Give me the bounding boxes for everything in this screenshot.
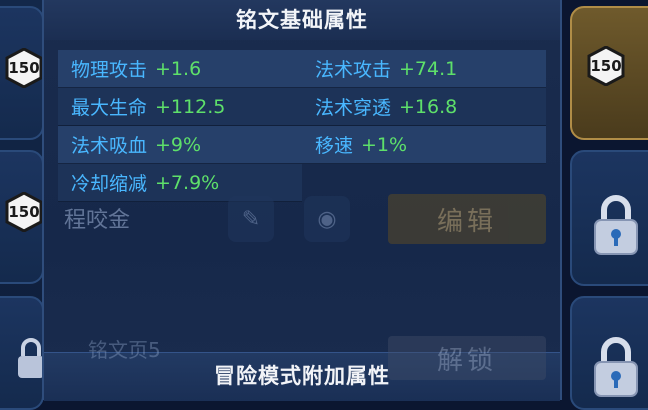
- hero-name: 程咬金: [64, 208, 131, 233]
- unlock-button[interactable]: 解锁: [388, 336, 546, 380]
- background-inscription-page-row: 程咬金 ✎ ◉ 编辑: [58, 188, 546, 264]
- attr-label: 法术穿透: [315, 97, 392, 119]
- level-badge-text: 150: [8, 59, 40, 77]
- attribute-grid: 物理攻击 +1.6 法术攻击 +74.1 最大生命 +112.5 法术穿透 +1…: [58, 50, 546, 202]
- page-name: 铭文页5: [88, 338, 161, 362]
- level-badge-text: 150: [8, 203, 40, 221]
- attr-move-speed: 移速 +1%: [302, 126, 546, 164]
- attr-label: 法术攻击: [315, 59, 392, 81]
- dialog-title: 铭文基础属性: [44, 0, 560, 40]
- level-badge-icon: 150: [4, 48, 44, 88]
- level-badge-icon: 150: [4, 192, 44, 232]
- attr-label: 物理攻击: [71, 59, 148, 81]
- attr-label: 法术吸血: [71, 135, 148, 157]
- attr-value: +1%: [361, 133, 408, 156]
- attr-magic-pierce: 法术穿透 +16.8: [302, 88, 546, 126]
- attr-physical-attack: 物理攻击 +1.6: [58, 50, 302, 88]
- attr-value: +112.5: [155, 95, 226, 118]
- lock-icon: [594, 337, 638, 397]
- attr-value: +16.8: [399, 95, 458, 118]
- background-locked-page-row: 铭文页5 解锁: [58, 300, 546, 380]
- attr-magic-attack: 法术攻击 +74.1: [302, 50, 546, 88]
- attr-label: 最大生命: [71, 97, 148, 119]
- attr-max-hp: 最大生命 +112.5: [58, 88, 302, 126]
- edit-button[interactable]: 编辑: [388, 194, 546, 244]
- pencil-icon[interactable]: ✎: [228, 196, 274, 242]
- attr-value: +9%: [155, 133, 202, 156]
- attr-value: +74.1: [399, 57, 458, 80]
- attr-magic-lifesteal: 法术吸血 +9%: [58, 126, 302, 164]
- level-badge-icon: 150: [586, 46, 626, 86]
- attr-label: 移速: [315, 135, 354, 157]
- attr-value: +1.6: [155, 57, 202, 80]
- lock-icon: [594, 195, 638, 255]
- level-badge-text: 150: [590, 57, 622, 75]
- eye-icon[interactable]: ◉: [304, 196, 350, 242]
